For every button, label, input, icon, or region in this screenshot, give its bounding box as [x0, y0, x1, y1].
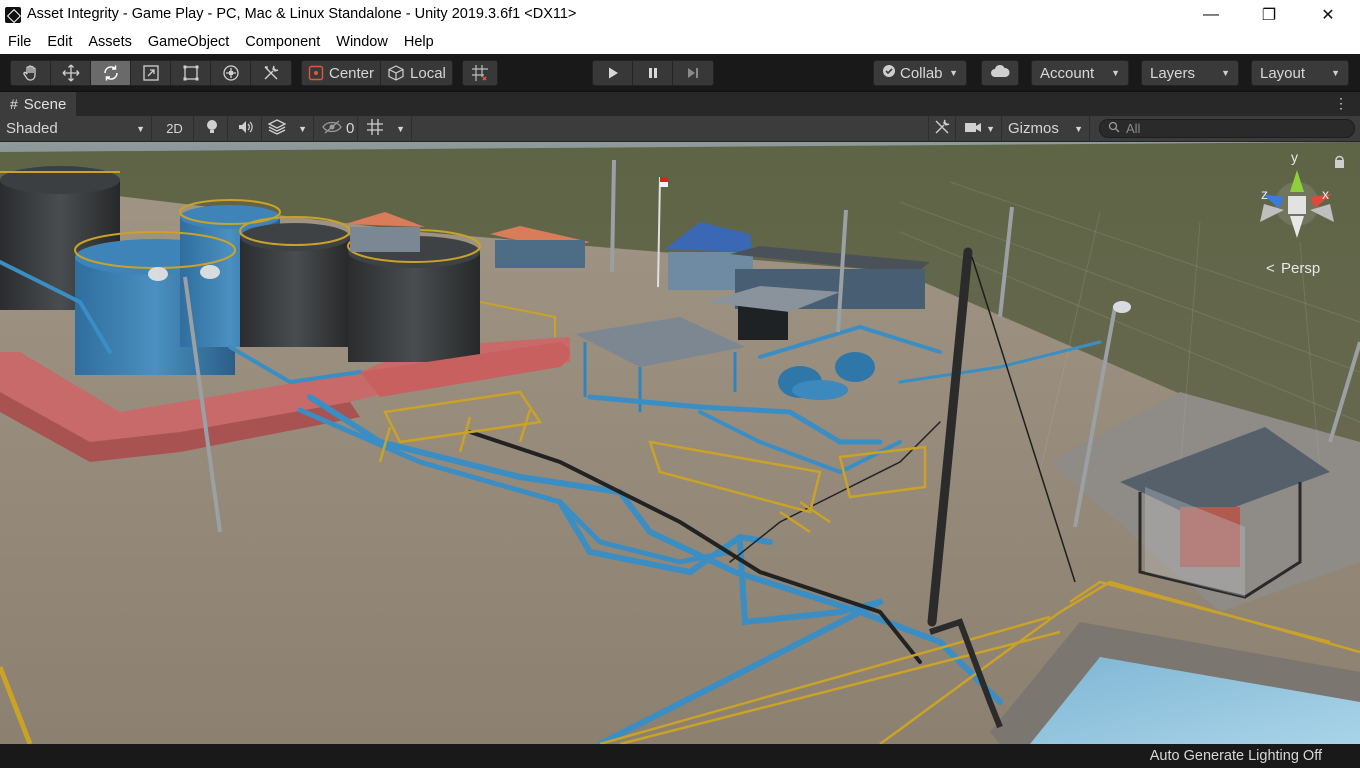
chevron-down-icon: ▼: [949, 68, 958, 78]
chevron-down-icon: ▼: [1221, 68, 1230, 78]
collab-check-icon: [882, 64, 896, 82]
minimize-button[interactable]: —: [1182, 0, 1240, 30]
hand-icon[interactable]: [11, 61, 51, 85]
pivot-mode-label: Center: [329, 64, 375, 82]
search-icon: [1108, 121, 1120, 136]
pivot-controls: Center Local: [301, 60, 453, 86]
menu-assets[interactable]: Assets: [80, 34, 140, 50]
layers-dropdown[interactable]: Layers ▼: [1141, 60, 1239, 86]
scene-hash-icon: #: [10, 96, 18, 112]
chevron-down-icon: ▼: [136, 123, 145, 134]
tab-scene[interactable]: # Scene: [0, 92, 77, 116]
camera-dropdown[interactable]: ▼: [958, 116, 1002, 141]
menu-edit[interactable]: Edit: [39, 34, 80, 50]
lighting-status[interactable]: Auto Generate Lighting Off: [1150, 748, 1322, 764]
rotate-icon[interactable]: [91, 61, 131, 85]
step-icon[interactable]: [673, 61, 713, 85]
grid-dropdown[interactable]: ▼: [360, 116, 412, 141]
menu-component[interactable]: Component: [237, 34, 328, 50]
collab-label: Collab: [900, 64, 943, 82]
close-button[interactable]: ✕: [1299, 0, 1357, 30]
scene-tab-label: Scene: [23, 95, 67, 113]
search-placeholder: All: [1126, 121, 1141, 136]
hidden-count: 0: [346, 120, 355, 137]
account-label: Account: [1040, 64, 1095, 82]
gizmo-z-label: z: [1261, 186, 1268, 202]
pause-icon[interactable]: [633, 61, 673, 85]
pivot-rotation-label: Local: [410, 64, 446, 82]
layers-label: Layers: [1150, 64, 1196, 82]
menu-gameobject[interactable]: GameObject: [140, 34, 237, 50]
playmode-controls: [592, 60, 714, 86]
scene-tools-toggle[interactable]: [928, 116, 956, 141]
chevron-down-icon: ▼: [1074, 123, 1083, 134]
pivot-mode-toggle[interactable]: Center: [302, 61, 382, 85]
pivot-rotation-toggle[interactable]: Local: [381, 61, 452, 85]
2d-label: 2D: [166, 121, 183, 136]
hidden-objects-toggle[interactable]: 0: [316, 116, 358, 141]
window-title: Asset Integrity - Game Play - PC, Mac & …: [27, 6, 577, 22]
lighting-toggle[interactable]: [196, 116, 228, 141]
custom-tool-icon[interactable]: [251, 61, 291, 85]
main-toolbar: Center Local Collab ▼ Account ▼ Layers ▼…: [0, 54, 1360, 92]
2d-toggle[interactable]: 2D: [156, 116, 194, 141]
rect-icon[interactable]: [171, 61, 211, 85]
menu-help[interactable]: Help: [396, 34, 442, 50]
pivot-center-icon: [308, 65, 324, 81]
projection-label: Persp: [1281, 260, 1320, 277]
layout-label: Layout: [1260, 64, 1306, 82]
tools-icon: [934, 119, 950, 139]
account-dropdown[interactable]: Account ▼: [1031, 60, 1129, 86]
local-cube-icon: [388, 65, 404, 81]
play-icon[interactable]: [593, 61, 633, 85]
transform-icon[interactable]: [211, 61, 251, 85]
hierarchy-search-input[interactable]: All: [1099, 119, 1355, 138]
scene-viewport[interactable]: y x z < Persp: [0, 142, 1360, 744]
speaker-icon: [238, 120, 254, 138]
menu-window[interactable]: Window: [328, 34, 396, 50]
chevron-down-icon: ▼: [396, 123, 405, 134]
chevron-down-icon: ▼: [1331, 68, 1340, 78]
scene-toolbar: Shaded ▼ 2D ▼ 0 ▼ ▼ Gizmos ▼ All: [0, 116, 1360, 142]
effects-layers-icon: [267, 118, 287, 139]
unity-logo-icon: [5, 7, 21, 23]
transform-tools: [10, 60, 292, 86]
gizmos-label: Gizmos: [1008, 120, 1059, 137]
chevron-down-icon: ▼: [986, 123, 995, 134]
scene-tab-bar: # Scene ⋮: [0, 92, 1360, 116]
menu-bar: File Edit Assets GameObject Component Wi…: [0, 30, 1360, 54]
camera-icon: [964, 120, 982, 138]
eye-slash-icon: [322, 120, 342, 138]
move-icon[interactable]: [51, 61, 91, 85]
chevron-down-icon: ▼: [298, 123, 307, 134]
gizmo-x-label: x: [1322, 186, 1329, 202]
grid-snap-group: [462, 60, 498, 86]
layout-dropdown[interactable]: Layout ▼: [1251, 60, 1349, 86]
title-bar: Asset Integrity - Game Play - PC, Mac & …: [0, 0, 1360, 30]
gizmo-y-label: y: [1291, 149, 1298, 165]
light-bulb-icon: [205, 119, 219, 139]
projection-chevron-icon: <: [1266, 260, 1275, 277]
more-options-icon[interactable]: ⋮: [1334, 95, 1348, 112]
status-bar: Auto Generate Lighting Off: [0, 744, 1360, 768]
effects-dropdown[interactable]: ▼: [262, 116, 314, 141]
collab-dropdown[interactable]: Collab ▼: [873, 60, 967, 86]
lock-icon: [1335, 160, 1344, 168]
cloud-icon: [990, 64, 1010, 82]
scale-icon[interactable]: [131, 61, 171, 85]
grid-snap-icon[interactable]: [463, 61, 497, 85]
maximize-button[interactable]: ❐: [1240, 0, 1298, 30]
shading-mode-dropdown[interactable]: Shaded ▼: [0, 116, 152, 141]
chevron-down-icon: ▼: [1111, 68, 1120, 78]
audio-toggle[interactable]: [230, 116, 262, 141]
shading-mode-label: Shaded: [6, 120, 58, 137]
cloud-button[interactable]: [981, 60, 1019, 86]
gizmos-dropdown[interactable]: Gizmos ▼: [1002, 116, 1090, 141]
grid-icon: [366, 118, 384, 140]
menu-file[interactable]: File: [0, 34, 39, 50]
